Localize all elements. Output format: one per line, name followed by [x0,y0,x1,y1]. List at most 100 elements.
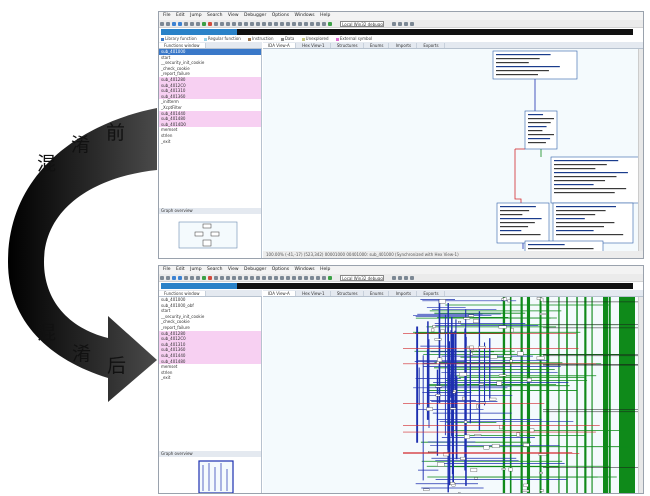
cfg-basic-block[interactable] [510,328,514,333]
cfg-basic-block[interactable] [437,357,443,362]
toolbar-icon[interactable] [410,276,415,280]
vertical-scrollbar[interactable] [638,297,643,493]
menu-options[interactable]: Options [272,267,289,272]
toolbar-icon[interactable] [262,22,266,26]
toolbar-icon[interactable] [214,22,218,26]
toolbar-icon[interactable] [256,276,260,280]
menu-debugger[interactable]: Debugger [244,267,266,272]
toolbar-icon[interactable] [190,276,194,280]
cfg-basic-block[interactable] [458,321,462,324]
tab-exports[interactable]: Exports [418,291,445,296]
menu-help[interactable]: Help [320,13,330,18]
cfg-basic-block[interactable] [423,488,430,491]
cfg-basic-block[interactable] [496,381,502,386]
toolbar-icon[interactable] [316,276,320,280]
toolbar-icon[interactable] [184,22,188,26]
tab-imports[interactable]: Imports [390,291,418,296]
cfg-basic-block[interactable] [539,471,543,474]
menu-view[interactable]: View [228,13,239,18]
tab-hex-view[interactable]: Hex View-1 [297,43,331,48]
toolbar-icon[interactable] [286,276,290,280]
function-list-item[interactable]: _exit [159,375,261,381]
cfg-basic-block[interactable] [536,297,542,300]
toolbar-icon[interactable] [238,276,242,280]
menu-view[interactable]: View [228,267,239,272]
toolbar-icon[interactable] [304,276,308,280]
cfg-basic-block[interactable] [523,483,529,487]
cfg-basic-block[interactable] [483,445,490,450]
cfg-basic-block[interactable] [474,434,482,436]
cfg-basic-block[interactable] [491,444,500,448]
cfg-basic-block[interactable] [501,468,506,471]
stop-icon[interactable] [208,276,212,280]
toolbar-icon[interactable] [298,22,302,26]
navigation-band[interactable] [161,283,633,289]
tab-structures[interactable]: Structures [331,43,364,48]
open-icon[interactable] [160,276,164,280]
cfg-basic-block[interactable] [479,383,484,386]
cfg-basic-block[interactable] [540,297,544,302]
toolbar-icon[interactable] [226,22,230,26]
toolbar-icon[interactable] [268,22,272,26]
tab-exports[interactable]: Exports [418,43,445,48]
menu-file[interactable]: File [163,267,171,272]
cfg-basic-block[interactable] [464,434,470,439]
toolbar-icon[interactable] [310,22,314,26]
cfg-basic-block[interactable] [507,299,511,303]
toolbar-icon[interactable] [232,276,236,280]
tab-ida-view-a[interactable]: IDA View-A [263,291,296,296]
cfg-basic-block[interactable] [476,404,479,409]
toolbar-icon[interactable] [292,22,296,26]
tab-structures[interactable]: Structures [331,291,364,296]
back-icon[interactable] [172,22,176,26]
cfg-basic-block[interactable] [473,319,479,323]
toolbar-icon[interactable] [286,22,290,26]
cfg-basic-block[interactable] [440,329,445,333]
function-list-item[interactable]: _exit [159,139,261,145]
menu-options[interactable]: Options [272,13,289,18]
graph-overview-minimap[interactable] [159,457,262,493]
cfg-basic-block[interactable] [470,468,478,472]
cfg-basic-block[interactable] [490,354,498,359]
graph-overview-minimap[interactable] [159,214,262,258]
cfg-basic-block[interactable] [503,297,507,301]
cfg-basic-block[interactable] [438,299,446,304]
cfg-basic-block[interactable] [470,349,477,352]
cfg-basic-block[interactable] [538,453,547,456]
menu-windows[interactable]: Windows [295,267,315,272]
tab-hex-view[interactable]: Hex View-1 [297,291,331,296]
cfg-basic-block[interactable] [478,346,486,349]
toolbar-icon[interactable] [190,22,194,26]
tab-imports[interactable]: Imports [390,43,418,48]
save-icon[interactable] [166,22,170,26]
toolbar-icon[interactable] [304,22,308,26]
cfg-basic-block[interactable] [463,317,471,320]
cfg-basic-block[interactable] [498,325,507,329]
cfg-basic-block[interactable] [464,420,468,424]
debugger-select[interactable]: Local Win32 debugger [340,21,385,27]
toolbar-icon[interactable] [220,22,224,26]
cfg-basic-block[interactable] [469,345,474,351]
cfg-basic-block[interactable] [466,345,470,348]
toolbar-icon[interactable] [322,276,326,280]
cfg-basic-block[interactable] [452,391,456,394]
debug-start-icon[interactable] [328,22,332,26]
cfg-basic-block[interactable] [474,477,478,480]
navigation-band[interactable] [161,29,633,35]
toolbar-icon[interactable] [298,276,302,280]
menu-edit[interactable]: Edit [176,13,185,18]
toolbar-icon[interactable] [268,276,272,280]
toolbar-icon[interactable] [184,276,188,280]
menu-file[interactable]: File [163,13,171,18]
run-icon[interactable] [202,276,206,280]
open-icon[interactable] [160,22,164,26]
cfg-basic-block[interactable] [462,396,465,401]
toolbar-icon[interactable] [280,22,284,26]
cfg-basic-block[interactable] [526,378,532,382]
toolbar-icon[interactable] [404,22,409,26]
toolbar-icon[interactable] [292,276,296,280]
cfg-basic-block[interactable] [435,394,441,397]
menu-jump[interactable]: Jump [190,267,201,272]
menu-jump[interactable]: Jump [190,13,201,18]
cfg-basic-block[interactable] [529,428,535,433]
